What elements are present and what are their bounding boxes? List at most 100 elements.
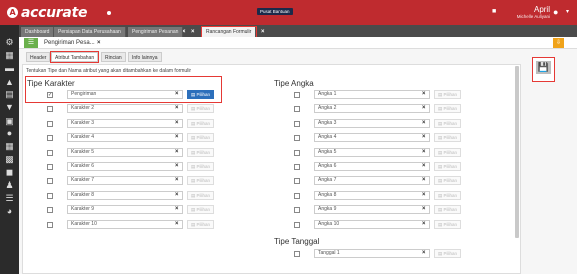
clear-icon[interactable]: ×	[422, 205, 426, 214]
angka-checkbox[interactable]	[294, 207, 300, 214]
karakter-pilihan-button[interactable]: ▤ Pilihan	[187, 176, 214, 186]
users-icon[interactable]: ♟	[4, 180, 15, 191]
karakter-field[interactable]: Pengiriman	[67, 90, 183, 99]
clear-icon[interactable]: ×	[175, 133, 179, 142]
angka-pilihan-button[interactable]: ▤ Pilihan	[434, 104, 461, 114]
clear-icon[interactable]: ×	[422, 220, 426, 229]
karakter-checkbox[interactable]	[47, 207, 53, 214]
tab-rancangan-formulir[interactable]: Rancangan Formulir	[200, 26, 258, 38]
gear-icon[interactable]: ⚙	[4, 37, 15, 48]
angka-checkbox[interactable]	[294, 106, 300, 113]
menu-dot-icon[interactable]	[107, 10, 112, 15]
user-icon[interactable]: ●	[4, 128, 15, 139]
clear-icon[interactable]: ×	[422, 133, 426, 142]
karakter-pilihan-button[interactable]: ▤ Pilihan	[187, 147, 214, 157]
chevron-down-icon[interactable]: ▾	[566, 8, 569, 15]
clear-icon[interactable]: ×	[175, 176, 179, 185]
angka-pilihan-button[interactable]: ▤ Pilihan	[434, 90, 461, 99]
angka-pilihan-button[interactable]: ▤ Pilihan	[434, 162, 461, 171]
karakter-pilihan-button[interactable]: ▤ Pilihan	[187, 118, 214, 128]
karakter-checkbox[interactable]	[47, 178, 53, 185]
subtab-atribut-tambahan[interactable]: Atribut Tambahan	[49, 51, 100, 63]
karakter-pilihan-button[interactable]: ▤ Pilihan	[187, 104, 214, 114]
angka-pilihan-button[interactable]: ▤ Pilihan	[434, 118, 461, 128]
tanggal-checkbox[interactable]	[294, 251, 300, 257]
angka-checkbox[interactable]	[294, 221, 300, 228]
tab-close-icon[interactable]: ×	[261, 27, 265, 37]
clear-icon[interactable]: ×	[175, 205, 179, 214]
clear-icon[interactable]: ×	[175, 90, 179, 99]
angka-field[interactable]: Angka 10	[314, 219, 430, 229]
chart-icon[interactable]: ▩	[4, 154, 15, 165]
angka-checkbox[interactable]	[294, 135, 300, 142]
bag-icon[interactable]: ▣	[4, 116, 15, 127]
close-icon[interactable]: ×	[97, 38, 101, 48]
clear-icon[interactable]: ×	[175, 148, 179, 157]
tanggal-pilihan-button[interactable]: ▤ Pilihan	[434, 249, 461, 258]
karakter-field[interactable]: Karakter 8	[67, 190, 183, 200]
user-info[interactable]: April Michelle Auliyani	[505, 6, 550, 20]
help-center-button[interactable]: Pusat Bantuan	[257, 8, 293, 15]
clear-icon[interactable]: ×	[422, 191, 426, 200]
clear-icon[interactable]: ×	[422, 104, 426, 113]
card-icon[interactable]: ▬	[4, 63, 15, 74]
karakter-field[interactable]: Karakter 6	[67, 162, 183, 171]
angka-field[interactable]: Angka 3	[314, 118, 430, 128]
karakter-checkbox[interactable]	[47, 164, 53, 170]
angka-pilihan-button[interactable]: ▤ Pilihan	[434, 219, 461, 229]
clear-icon[interactable]: ×	[422, 249, 426, 258]
user-icon[interactable]: ●	[553, 7, 558, 17]
karakter-checkbox[interactable]: ✓	[47, 92, 53, 98]
subtab-rincian[interactable]: Rincian	[101, 52, 126, 62]
tab-close-icon[interactable]: ×	[191, 27, 195, 37]
angka-pilihan-button[interactable]: ▤ Pilihan	[434, 133, 461, 143]
clear-icon[interactable]: ×	[175, 220, 179, 229]
accurate-logo[interactable]: A accurate	[7, 5, 87, 21]
karakter-checkbox[interactable]	[47, 135, 53, 142]
cart-icon[interactable]: ▼	[4, 102, 15, 113]
clear-icon[interactable]: ×	[422, 176, 426, 185]
tab-pengiriman-pesanan[interactable]: Pengiriman Pesanan	[128, 27, 184, 37]
bell-icon[interactable]: ■	[492, 8, 496, 15]
angka-field[interactable]: Angka 2	[314, 104, 430, 114]
list-icon[interactable]: ☰	[24, 38, 38, 48]
karakter-field[interactable]: Karakter 9	[67, 205, 183, 215]
clear-icon[interactable]: ×	[422, 162, 426, 171]
karakter-pilihan-button[interactable]: ▤ Pilihan	[187, 205, 214, 215]
subtab-info-lainnya[interactable]: Info lainnya	[128, 52, 162, 62]
karakter-checkbox[interactable]	[47, 149, 53, 156]
angka-checkbox[interactable]	[294, 120, 300, 127]
grid-icon[interactable]: ▦	[4, 141, 15, 152]
book-icon[interactable]: ▤	[4, 89, 15, 100]
angka-pilihan-button[interactable]: ▤ Pilihan	[434, 190, 461, 200]
document-tab-title[interactable]: Pengiriman Pesa...	[44, 38, 95, 48]
angka-field[interactable]: Angka 7	[314, 176, 430, 186]
building-icon[interactable]: ▦	[4, 50, 15, 61]
angka-field[interactable]: Angka 6	[314, 162, 430, 171]
truck-icon[interactable]: ◼	[4, 167, 15, 178]
clear-icon[interactable]: ×	[175, 104, 179, 113]
karakter-field[interactable]: Karakter 5	[67, 147, 183, 157]
karakter-field[interactable]: Karakter 2	[67, 104, 183, 114]
karakter-pilihan-button[interactable]: ▤ Pilihan	[187, 190, 214, 200]
karakter-checkbox[interactable]	[47, 120, 53, 127]
karakter-checkbox[interactable]	[47, 106, 53, 113]
karakter-field[interactable]: Karakter 10	[67, 219, 183, 229]
tab-dashboard[interactable]: Dashboard	[21, 27, 55, 37]
angka-checkbox[interactable]	[294, 178, 300, 185]
angka-field[interactable]: Angka 5	[314, 147, 430, 157]
angka-pilihan-button[interactable]: ▤ Pilihan	[434, 205, 461, 215]
tab-persiapan-data[interactable]: Persiapan Data Perusahaan	[54, 27, 126, 37]
angka-pilihan-button[interactable]: ▤ Pilihan	[434, 147, 461, 157]
angka-field[interactable]: Angka 8	[314, 190, 430, 200]
stack-icon[interactable]: ☰	[4, 193, 15, 204]
export-button[interactable]: ⇩	[553, 38, 564, 48]
karakter-field[interactable]: Karakter 3	[67, 118, 183, 128]
karakter-checkbox[interactable]	[47, 221, 53, 228]
angka-field[interactable]: Angka 4	[314, 133, 430, 143]
clear-icon[interactable]: ×	[422, 148, 426, 157]
karakter-field[interactable]: Karakter 7	[67, 176, 183, 186]
angka-field[interactable]: Angka 9	[314, 205, 430, 215]
bank-icon[interactable]: ▲	[4, 77, 15, 88]
clear-icon[interactable]: ×	[175, 162, 179, 171]
